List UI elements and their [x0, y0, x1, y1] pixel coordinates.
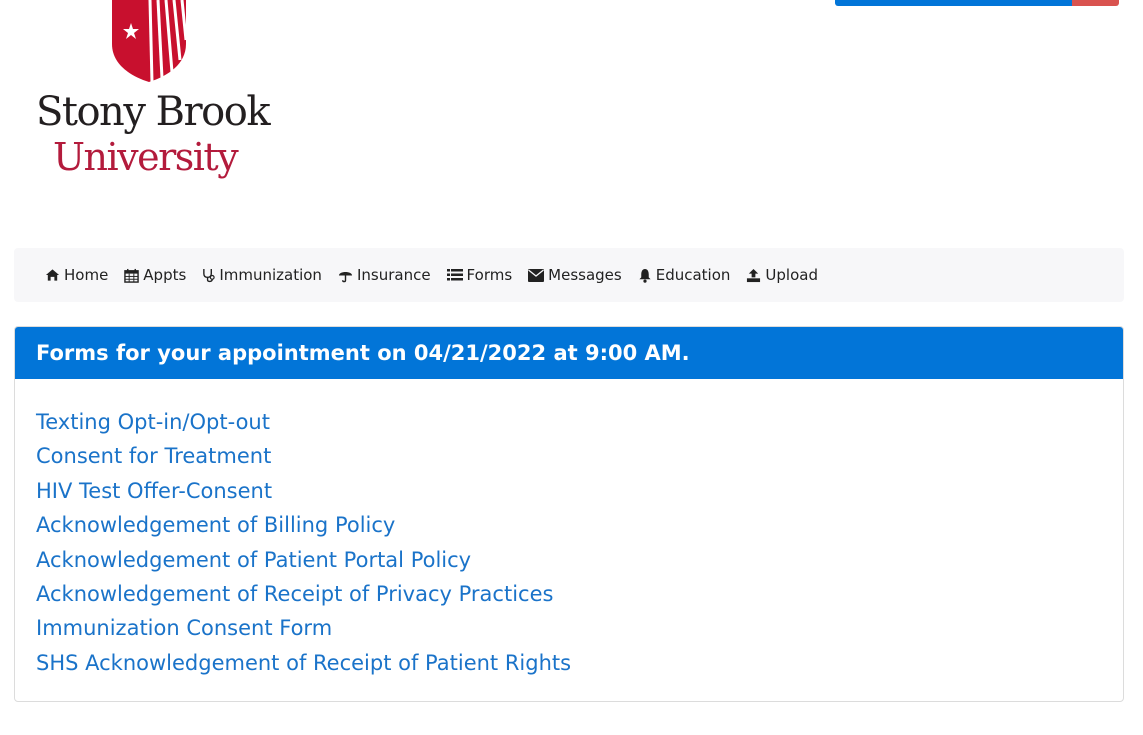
form-link-billing-policy[interactable]: Acknowledgement of Billing Policy	[36, 513, 395, 537]
nav-item-label: Upload	[765, 266, 818, 284]
form-link-immunization-consent[interactable]: Immunization Consent Form	[36, 616, 332, 640]
form-link-consent-for-treatment[interactable]: Consent for Treatment	[36, 444, 271, 468]
top-primary-button[interactable]	[835, 0, 1072, 6]
nav-item-label: Insurance	[356, 266, 431, 284]
nav-item-appts[interactable]: Appts	[124, 266, 186, 284]
list-icon	[446, 269, 463, 281]
bell-icon	[639, 268, 651, 283]
logo-text-university: University	[53, 135, 239, 179]
calendar-icon	[124, 268, 140, 283]
stethoscope-icon	[203, 268, 215, 282]
nav-item-label: Education	[655, 266, 731, 284]
home-icon	[45, 269, 60, 281]
top-danger-button[interactable]	[1072, 0, 1119, 6]
nav-item-insurance[interactable]: Insurance	[338, 266, 431, 284]
nav-item-upload[interactable]: Upload	[746, 266, 818, 284]
list-item: Texting Opt-in/Opt-out	[36, 405, 1123, 439]
nav-item-label: Messages	[548, 266, 622, 284]
main-navbar: Home Appts Immunization Insurance Forms …	[14, 248, 1124, 302]
card-header: Forms for your appointment on 04/21/2022…	[15, 327, 1123, 379]
nav-item-label: Forms	[466, 266, 513, 284]
shield-logo-icon	[112, 0, 186, 82]
nav-item-home[interactable]: Home	[45, 266, 108, 284]
list-item: Acknowledgement of Receipt of Privacy Pr…	[36, 577, 1123, 611]
form-link-patient-portal-policy[interactable]: Acknowledgement of Patient Portal Policy	[36, 548, 471, 572]
nav-item-messages[interactable]: Messages	[528, 266, 622, 284]
list-item: Consent for Treatment	[36, 439, 1123, 473]
nav-item-label: Home	[64, 266, 109, 284]
top-button-group	[835, 0, 1119, 6]
list-item: Immunization Consent Form	[36, 611, 1123, 645]
list-item: Acknowledgement of Billing Policy	[36, 508, 1123, 542]
logo-text-stony-brook: Stony Brook	[36, 89, 271, 135]
appointment-forms-card: Forms for your appointment on 04/21/2022…	[14, 326, 1124, 702]
envelope-icon	[528, 268, 545, 282]
university-logo[interactable]: Stony Brook University	[36, 0, 271, 185]
nav-item-label: Immunization	[219, 266, 322, 284]
page: Stony Brook University Home Appts Immuni…	[0, 0, 1143, 735]
form-link-privacy-practices[interactable]: Acknowledgement of Receipt of Privacy Pr…	[36, 582, 553, 606]
form-link-list: Texting Opt-in/Opt-out Consent for Treat…	[15, 379, 1123, 680]
nav-item-label: Appts	[143, 266, 187, 284]
list-item: HIV Test Offer-Consent	[36, 474, 1123, 508]
nav-item-immunization[interactable]: Immunization	[202, 266, 322, 284]
list-item: SHS Acknowledgement of Receipt of Patien…	[36, 646, 1123, 680]
form-link-texting-opt-in[interactable]: Texting Opt-in/Opt-out	[36, 410, 270, 434]
form-link-patient-rights[interactable]: SHS Acknowledgement of Receipt of Patien…	[36, 651, 571, 675]
nav-item-forms[interactable]: Forms	[446, 266, 513, 284]
list-item: Acknowledgement of Patient Portal Policy	[36, 543, 1123, 577]
nav-item-education[interactable]: Education	[638, 266, 731, 284]
umbrella-icon	[338, 271, 353, 282]
upload-icon	[747, 268, 761, 282]
form-link-hiv-test-consent[interactable]: HIV Test Offer-Consent	[36, 479, 272, 503]
